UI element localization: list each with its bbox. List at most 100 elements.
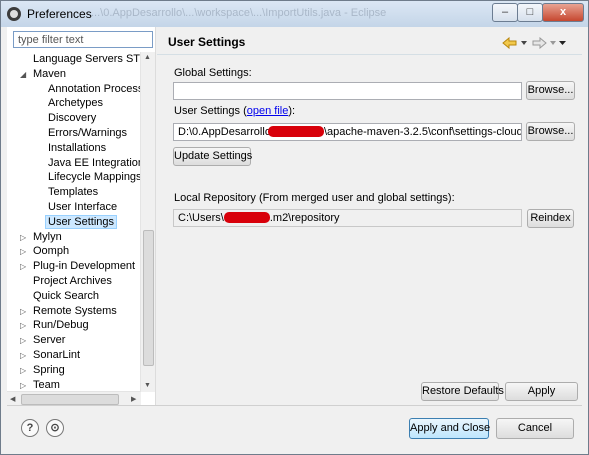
import-export-icon[interactable]: ⊙ (46, 419, 64, 437)
minimize-button[interactable]: – (492, 3, 518, 22)
tree-item-label: Errors/Warnings (48, 127, 128, 139)
preferences-window: Preferences ...\0.AppDesarrollo\...\work… (0, 0, 589, 455)
tree-item[interactable]: ▷ SonarLint (20, 348, 81, 363)
global-settings-field[interactable] (173, 82, 522, 100)
tree-item[interactable]: ◢ Maven (20, 67, 67, 82)
apply-and-close-button[interactable]: Apply and Close (409, 418, 490, 439)
tree-item[interactable]: Errors/Warnings (48, 126, 127, 141)
tree-item[interactable]: ▷ Oomph (20, 244, 70, 259)
collapsed-twisty-icon[interactable]: ▷ (20, 333, 26, 348)
tree-item-label: Java EE Integration (48, 156, 141, 169)
redaction-mark (268, 126, 324, 137)
tree-item[interactable]: User Interface (48, 200, 117, 215)
tree-item[interactable]: Annotation Processi (48, 82, 141, 97)
update-settings-button[interactable]: Update Settings (173, 147, 252, 166)
tree-item[interactable]: Language Servers STS (33, 52, 141, 67)
tree-item-label: Oomph (33, 245, 70, 258)
tree-item[interactable]: Project Archives (33, 274, 112, 289)
tree-horizontal-scrollbar[interactable]: ◀ ▶ (7, 391, 141, 406)
tree-item[interactable]: User Settings (45, 214, 118, 230)
tree-item-label: Templates (48, 186, 99, 199)
expanded-twisty-icon[interactable]: ◢ (20, 67, 26, 82)
tree-item-label: Project Archives (33, 275, 112, 287)
forward-arrow-icon[interactable] (532, 37, 547, 49)
tree-item-label: Plug-in Development (33, 260, 136, 273)
scroll-up-icon[interactable]: ▲ (144, 54, 151, 61)
tree-item-label: Discovery (48, 112, 97, 125)
user-settings-label-end: ): (288, 105, 296, 117)
global-settings-label: Global Settings: (174, 67, 252, 79)
tree-item-label: User Interface (48, 201, 118, 213)
user-settings-field[interactable]: D:\0.AppDesarrollo\ \apache-maven-3.2.5\c… (173, 123, 522, 141)
browse-user-button[interactable]: Browse... (526, 122, 575, 141)
tree-item-label: Run/Debug (33, 319, 89, 332)
tree-item[interactable]: ▷ Mylyn (20, 230, 62, 245)
tree-item-label: Team (33, 378, 60, 391)
collapsed-twisty-icon[interactable]: ▷ (20, 378, 26, 392)
collapsed-twisty-icon[interactable]: ▷ (20, 230, 26, 245)
scroll-thumb[interactable] (143, 230, 154, 366)
tree-item[interactable]: Quick Search (33, 289, 99, 304)
collapsed-twisty-icon[interactable]: ▷ (20, 348, 26, 363)
scroll-left-icon[interactable]: ◀ (10, 395, 15, 403)
reindex-button[interactable]: Reindex (527, 209, 574, 228)
local-repository-label: Local Repository (From merged user and g… (174, 192, 455, 204)
collapsed-twisty-icon[interactable]: ▷ (20, 363, 26, 378)
tree-item-label: Mylyn (33, 230, 62, 243)
user-settings-path-end: \apache-maven-3.2.5\conf\settings-cloud.… (324, 126, 522, 138)
maximize-button[interactable]: □ (517, 3, 543, 22)
browse-global-button[interactable]: Browse... (526, 81, 575, 100)
tree-item-label: Server (33, 334, 66, 347)
user-settings-label: User Settings (open file): (174, 105, 295, 117)
collapsed-twisty-icon[interactable]: ▷ (20, 259, 26, 274)
local-repository-field: C:\Users\ .m2\repository (173, 209, 522, 227)
tree-item-label: Remote Systems (33, 304, 117, 317)
tree-item-label: Lifecycle Mappings (48, 171, 141, 184)
tree-item[interactable]: Archetypes (48, 96, 103, 111)
help-icon[interactable]: ? (21, 419, 39, 437)
collapsed-twisty-icon[interactable]: ▷ (20, 318, 26, 333)
tree-item[interactable]: ▷ Team (20, 378, 60, 392)
apply-button[interactable]: Apply (505, 382, 578, 401)
back-dropdown-icon[interactable] (521, 41, 527, 45)
restore-defaults-button[interactable]: Restore Defaults (421, 382, 504, 401)
tree-item[interactable]: Templates (48, 185, 98, 200)
scroll-down-icon[interactable]: ▼ (144, 382, 151, 389)
redaction-mark-2 (223, 212, 270, 223)
back-arrow-icon[interactable] (502, 37, 517, 49)
forward-dropdown-icon[interactable] (550, 41, 556, 45)
tree-item[interactable]: Discovery (48, 111, 96, 126)
tree-item[interactable]: ▷ Plug-in Development (20, 259, 136, 274)
tree-vertical-scrollbar[interactable]: ▲ ▼ (140, 52, 155, 392)
cancel-button[interactable]: Cancel (496, 418, 574, 439)
collapsed-twisty-icon[interactable]: ▷ (20, 304, 26, 319)
dialog-client: Language Servers STS ◢ Maven Annotation Pro… (7, 27, 582, 447)
tree-item[interactable]: ▷ Remote Systems (20, 304, 117, 319)
hscroll-thumb[interactable] (21, 394, 119, 405)
scroll-right-icon[interactable]: ▶ (131, 395, 136, 403)
open-file-link[interactable]: open file (247, 105, 289, 117)
tree-item[interactable]: ▷ Server (20, 333, 66, 348)
view-menu-icon[interactable] (559, 41, 566, 45)
preference-tree-panel: Language Servers STS ◢ Maven Annotation Pro… (7, 27, 156, 406)
header-separator (157, 54, 582, 55)
tree-item-label: Language Servers STS (33, 53, 141, 65)
user-settings-page: User Settings Global Settings: Browse...… (157, 27, 582, 405)
title-bar: Preferences ...\0.AppDesarrollo\...\work… (1, 1, 588, 27)
tree-item[interactable]: ▷ Spring (20, 363, 65, 378)
collapsed-twisty-icon[interactable]: ▷ (20, 244, 26, 259)
page-title: User Settings (168, 35, 246, 49)
tree-item-label: Maven (33, 67, 67, 80)
tree-item[interactable]: Java EE Integration (48, 156, 141, 171)
tree-item[interactable]: ▷ Run/Debug (20, 318, 89, 333)
tree-item[interactable]: Installations (48, 141, 106, 156)
tree-item-label: Spring (33, 363, 65, 376)
tree-item-label: Annotation Processi (48, 82, 141, 95)
filter-input[interactable] (13, 31, 153, 48)
tree-item[interactable]: Lifecycle Mappings (48, 170, 141, 185)
background-window-title: ...\0.AppDesarrollo\...\workspace\...\Im… (91, 7, 387, 19)
close-button[interactable]: x (542, 3, 584, 22)
user-settings-label-text: User Settings ( (174, 105, 247, 117)
tree-item-label: SonarLint (33, 349, 81, 361)
user-settings-path-start: D:\0.AppDesarrollo\ (178, 126, 274, 138)
